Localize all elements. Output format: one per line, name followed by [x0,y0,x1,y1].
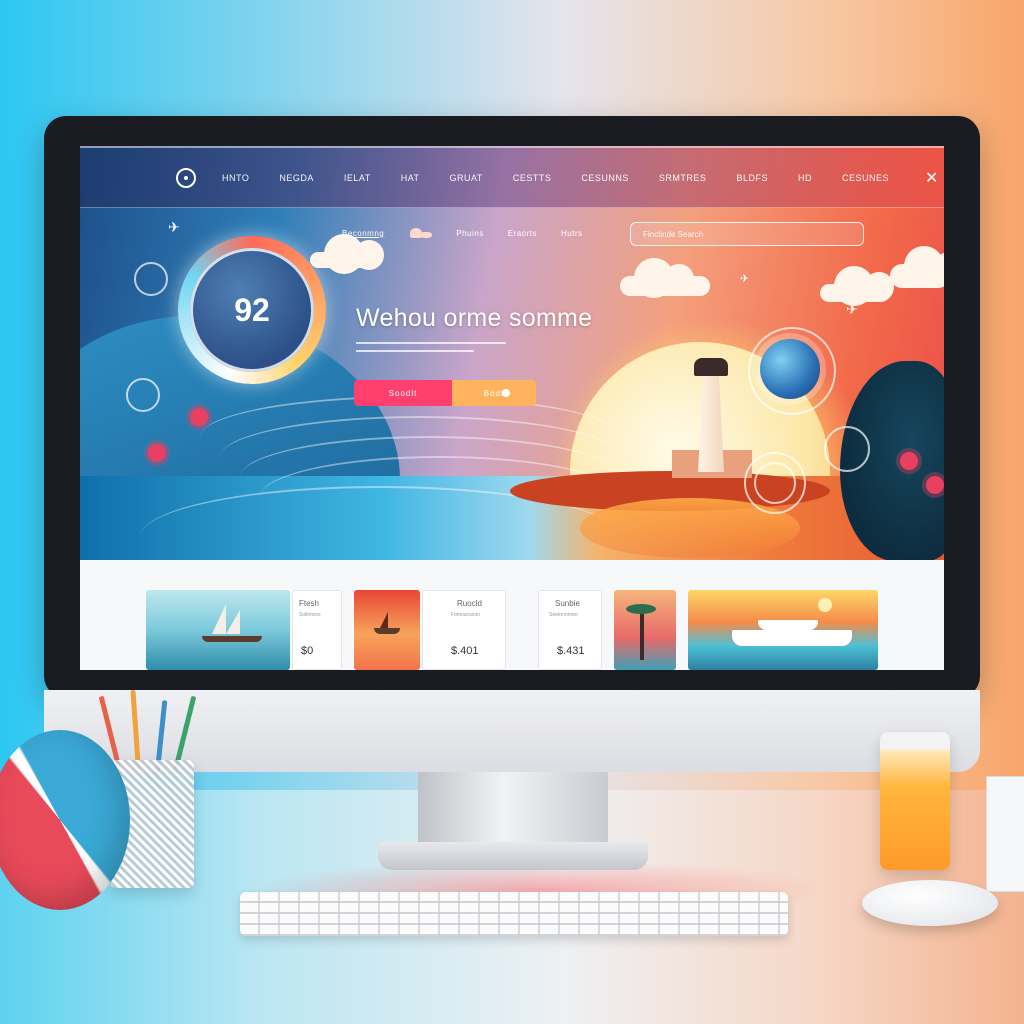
mountain-icon[interactable] [408,226,433,240]
card-subtitle: Sollimons [299,612,321,618]
monitor-stand-foot [378,842,648,870]
card-price: $0 [301,645,314,657]
jar-illustration [880,732,950,870]
card-image-palm[interactable] [614,590,676,670]
flower-illustration [190,408,208,426]
subnav-item[interactable]: Phuins [456,229,483,238]
card-price: $.401 [451,645,479,657]
cards-strip: Ftesh Sollimons $0 Ruocld Fomourssion $.… [80,560,944,670]
card-price: $.431 [557,645,585,657]
secondary-cta-button[interactable]: Bodt [452,380,536,406]
sail-shape [226,610,240,634]
airplane-icon: ✈ [846,302,858,318]
sub-navigation: Beconmng Phuins Eraorts Hutrs [342,226,583,240]
nav-item[interactable]: Cestts [513,173,552,183]
cruise-ship-shape [732,630,852,646]
nav-item[interactable]: Negda [279,173,314,183]
score-value: 92 [234,291,270,328]
nav-item[interactable]: Bldfs [736,173,768,183]
sail-shape [380,612,388,628]
nav-item[interactable]: Cesunns [581,173,629,183]
lighthouse-lamp [694,358,728,376]
cloud-illustration [890,246,944,288]
subnav-item[interactable]: Hutrs [561,229,583,238]
card-image-cruise-ship[interactable] [688,590,878,670]
subnav-item[interactable]: Eraorts [508,229,537,238]
card-image-sunset-boat[interactable] [354,590,420,670]
cloud-illustration [820,266,894,306]
target-ring [754,462,796,504]
close-icon[interactable]: ✕ [925,168,938,187]
target-icon[interactable] [824,426,870,472]
airplane-icon: ✈ [168,220,180,236]
mouse [862,880,998,926]
airplane-icon: ✈ [740,272,750,285]
browser-screen: ✈ ✈ ✈ Hnto Negda Ielat Hat Gruat Cestts … [80,146,944,670]
photo-frame [986,776,1024,892]
cruise-ship-deck [758,620,818,630]
cloud-illustration [620,258,710,298]
flower-illustration [148,444,166,462]
hero-subtitle-line [356,342,506,344]
card-title: Ruocld [457,599,482,608]
globe-ring [748,327,836,415]
monitor-stand-neck [418,772,608,852]
hero-subtitle-line [356,350,474,352]
logo-icon[interactable] [176,167,196,188]
nav-item[interactable]: Gruat [450,173,483,183]
sun-shape [818,598,832,612]
hero-title: Wehou orme somme [356,304,593,332]
nav-item[interactable]: Srmtres [659,173,707,183]
card-info[interactable]: Sunbie Seetonnrnee $.431 [538,590,602,670]
nav-item[interactable]: Cesunes [842,173,889,183]
card-subtitle: Seetonnrnee [549,612,578,618]
nav-item[interactable]: Hd [798,173,812,183]
sail-shape [212,604,226,634]
card-info[interactable]: Ftesh Sollimons $0 [292,590,342,670]
top-navbar: Hnto Negda Ielat Hat Gruat Cestts Cesunn… [80,146,944,208]
card-image-sailboat[interactable] [146,590,290,670]
keyboard-rows [240,892,788,936]
dot-icon [502,389,510,397]
subnav-item[interactable]: Beconmng [342,229,384,238]
card-subtitle: Fomourssion [451,612,480,618]
search-input[interactable] [630,222,864,246]
palm-trunk [640,610,644,660]
nav-item[interactable]: Ielat [344,173,371,183]
nav-item[interactable]: Hat [401,173,420,183]
score-dial: 92 [190,248,314,372]
primary-cta-button[interactable]: Soodlt [354,380,452,406]
boat-hull [202,636,262,642]
card-title: Ftesh [299,599,320,608]
flower-illustration [900,452,918,470]
card-title: Sunbie [555,599,580,608]
flower-illustration [926,476,944,494]
target-icon[interactable] [126,378,160,412]
cloud-illustration [310,234,384,274]
target-icon[interactable] [134,262,168,296]
boat-hull [374,628,400,634]
palm-leaf [626,604,656,614]
cta-group: Soodlt Bodt [354,380,536,406]
card-info[interactable]: Ruocld Fomourssion $.401 [422,590,506,670]
nav-item[interactable]: Hnto [222,173,249,183]
